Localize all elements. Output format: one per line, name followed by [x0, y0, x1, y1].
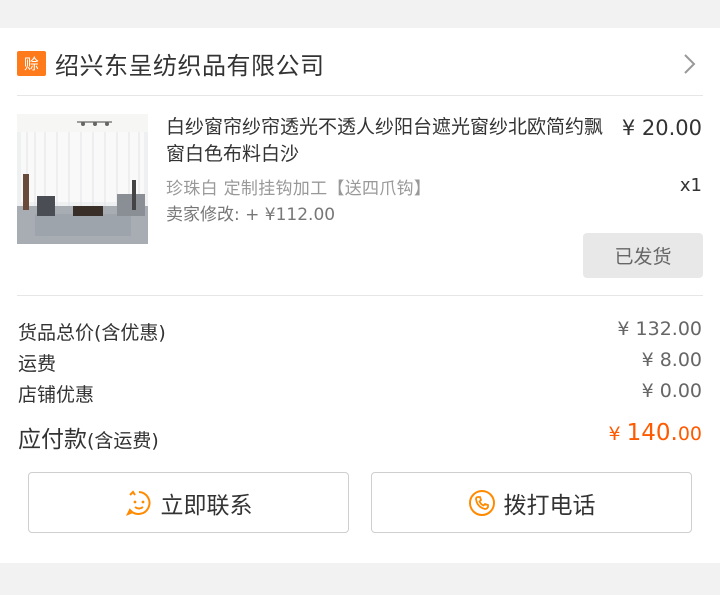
goods-total-label: 货品总价(含优惠) [18, 322, 166, 344]
store-discount-label: 店铺优惠 [18, 384, 95, 406]
shipping-row: 运费 ¥ 8.00 [18, 349, 702, 376]
payable-label: 应付款 [18, 427, 87, 453]
shipping-label: 运费 [18, 353, 57, 375]
store-discount-row: 店铺优惠 ¥ 0.00 [18, 380, 702, 407]
payable-value: ¥ 140.00 [608, 420, 702, 446]
product-quantity: x1 [679, 175, 702, 196]
shop-name[interactable]: 绍兴东呈纺织品有限公司 [55, 46, 325, 81]
contact-now-label: 立即联系 [160, 492, 253, 519]
product-thumbnail[interactable] [17, 114, 148, 244]
divider [17, 95, 703, 96]
store-discount-value: ¥ 0.00 [641, 380, 702, 402]
shop-header[interactable]: 赊 绍兴东呈纺织品有限公司 [17, 46, 698, 80]
call-phone-label: 拨打电话 [503, 492, 596, 519]
shipped-status-button[interactable]: 已发货 [583, 233, 703, 278]
divider [17, 295, 703, 296]
payable-dec: 00 [677, 423, 702, 445]
curtain-room-image [17, 114, 148, 244]
shipping-value: ¥ 8.00 [641, 349, 702, 371]
call-phone-button[interactable]: 拨打电话 [371, 472, 692, 533]
product-price: ¥ 20.00 [621, 116, 702, 140]
product-title[interactable]: 白纱窗帘纱帘透光不透人纱阳台遮光窗纱北欧简约飘窗白色布料白沙 [166, 114, 611, 168]
contact-now-button[interactable]: 立即联系 [28, 472, 349, 533]
payable-currency: ¥ [608, 423, 627, 445]
chevron-right-icon[interactable] [680, 53, 698, 75]
product-sku: 珍珠白 定制挂钩加工【送四爪钩】 [166, 179, 432, 199]
payable-row: 应付款(含运费) ¥ 140.00 [18, 420, 702, 454]
goods-total-row: 货品总价(含优惠) ¥ 132.00 [18, 318, 702, 345]
shop-badge: 赊 [17, 50, 46, 76]
payable-sub-label: (含运费) [87, 430, 159, 452]
page-background-band [0, 563, 720, 595]
phone-icon [468, 489, 495, 516]
order-card: 赊 绍兴东呈纺织品有限公司 白纱窗帘纱帘透光不透人纱阳台遮光窗纱北欧简约飘窗白色… [0, 28, 720, 563]
chat-smile-icon [125, 489, 150, 516]
seller-modify-note: 卖家修改: + ¥112.00 [166, 205, 336, 225]
payable-int: 140. [626, 420, 678, 446]
goods-total-value: ¥ 132.00 [617, 318, 702, 340]
